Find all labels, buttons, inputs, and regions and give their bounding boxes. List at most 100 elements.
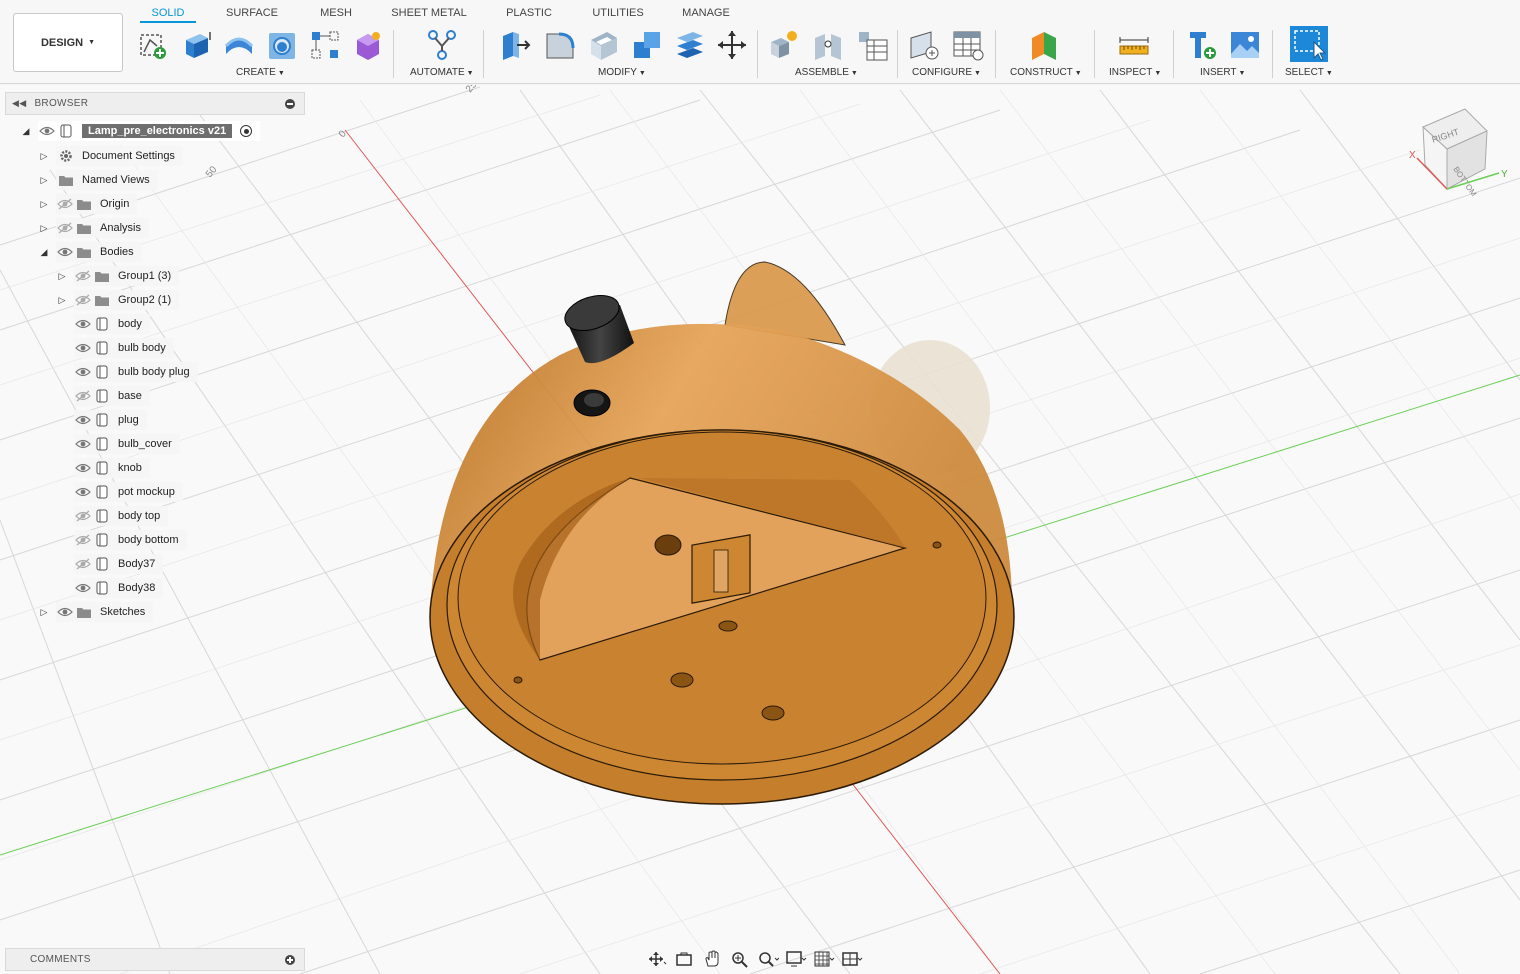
tree-item[interactable]: bulb_cover bbox=[74, 434, 180, 454]
visibility-eye-icon[interactable] bbox=[74, 293, 92, 307]
viewport-canvas[interactable]: 25 0 50 bbox=[0, 85, 1520, 974]
offset-plane-icon[interactable] bbox=[1028, 28, 1062, 62]
tree-row[interactable]: body bbox=[56, 314, 150, 334]
activate-radio-icon[interactable] bbox=[240, 125, 253, 137]
offset-face-icon[interactable] bbox=[673, 28, 707, 62]
tree-row[interactable]: knob bbox=[56, 458, 150, 478]
tree-item[interactable]: Body37 bbox=[74, 554, 164, 574]
visibility-eye-icon[interactable] bbox=[74, 485, 92, 499]
combine-icon[interactable] bbox=[630, 28, 664, 62]
bill-of-materials-icon[interactable] bbox=[855, 28, 889, 62]
display-settings-icon[interactable] bbox=[783, 948, 809, 970]
tree-root-row[interactable]: ◢ Lamp_pre_electronics v21 bbox=[20, 121, 261, 141]
visibility-eye-icon[interactable] bbox=[74, 317, 92, 331]
collapse-arrow-icon[interactable]: ◢ bbox=[20, 126, 32, 137]
shell-icon[interactable] bbox=[587, 28, 621, 62]
measure-icon[interactable] bbox=[1117, 28, 1151, 62]
visibility-eye-icon[interactable] bbox=[74, 341, 92, 355]
tree-item[interactable]: body bottom bbox=[74, 530, 187, 550]
expand-arrow-icon[interactable]: ▷ bbox=[38, 199, 50, 210]
extrude-icon[interactable] bbox=[180, 28, 214, 62]
revolve-icon[interactable] bbox=[222, 28, 256, 62]
visibility-eye-icon[interactable] bbox=[74, 557, 92, 571]
tree-row[interactable]: plug bbox=[56, 410, 147, 430]
tree-row[interactable]: base bbox=[56, 386, 150, 406]
insert-canvas-icon[interactable] bbox=[1228, 28, 1262, 62]
automate-icon[interactable] bbox=[425, 28, 459, 62]
tree-row[interactable]: ▷ Document Settings bbox=[38, 146, 183, 166]
rectangular-pattern-icon[interactable] bbox=[308, 28, 342, 62]
visibility-eye-icon[interactable] bbox=[38, 124, 56, 138]
tree-row[interactable]: bulb_cover bbox=[56, 434, 180, 454]
insert-menu[interactable]: INSERT ▼ bbox=[1200, 67, 1245, 78]
tree-item[interactable]: bulb body plug bbox=[74, 362, 198, 382]
tab-mesh[interactable]: MESH bbox=[313, 6, 359, 23]
tree-root-item[interactable]: Lamp_pre_electronics v21 bbox=[38, 121, 261, 141]
visibility-eye-icon[interactable] bbox=[74, 581, 92, 595]
tree-item[interactable]: body top bbox=[74, 506, 169, 526]
grid-settings-icon[interactable] bbox=[811, 948, 837, 970]
viewports-icon[interactable] bbox=[839, 948, 865, 970]
select-menu[interactable]: SELECT ▼ bbox=[1285, 67, 1333, 78]
comments-panel[interactable]: COMMENTS bbox=[5, 948, 305, 971]
tree-item[interactable]: bulb body bbox=[74, 338, 174, 358]
tree-row[interactable]: ▷ Group1 (3) bbox=[56, 266, 180, 286]
tree-row[interactable]: ▷ Sketches bbox=[38, 602, 154, 622]
workspace-switcher-button[interactable]: DESIGN ▼ bbox=[13, 13, 123, 72]
tree-item[interactable]: Bodies bbox=[56, 242, 142, 262]
tab-plastic[interactable]: PLASTIC bbox=[500, 6, 558, 23]
tree-row[interactable]: ▷ Analysis bbox=[38, 218, 149, 238]
tree-row[interactable]: ▷ Group2 (1) bbox=[56, 290, 180, 310]
inspect-menu[interactable]: INSPECT ▼ bbox=[1109, 67, 1161, 78]
new-component-icon[interactable] bbox=[767, 28, 801, 62]
viewcube[interactable]: RIGHT BOTTOM X Y bbox=[1403, 103, 1513, 198]
pan-hand-icon[interactable] bbox=[699, 948, 725, 970]
expand-arrow-icon[interactable]: ▷ bbox=[38, 607, 50, 618]
assemble-menu[interactable]: ASSEMBLE ▼ bbox=[795, 67, 858, 78]
tree-item[interactable]: knob bbox=[74, 458, 150, 478]
tree-row[interactable]: Body37 bbox=[56, 554, 164, 574]
collapse-panel-icon[interactable]: ◀◀ bbox=[12, 98, 26, 109]
visibility-eye-icon[interactable] bbox=[74, 365, 92, 379]
hole-icon[interactable] bbox=[265, 28, 299, 62]
look-at-icon[interactable] bbox=[671, 948, 697, 970]
configuration-table-icon[interactable] bbox=[951, 28, 985, 62]
tree-item[interactable]: pot mockup bbox=[74, 482, 183, 502]
configure-menu[interactable]: CONFIGURE ▼ bbox=[912, 67, 981, 78]
visibility-eye-icon[interactable] bbox=[56, 605, 74, 619]
visibility-eye-icon[interactable] bbox=[74, 533, 92, 547]
tree-item[interactable]: plug bbox=[74, 410, 147, 430]
lamp-model[interactable] bbox=[429, 261, 1015, 805]
automate-menu[interactable]: AUTOMATE ▼ bbox=[410, 67, 474, 78]
visibility-eye-icon[interactable] bbox=[74, 461, 92, 475]
browser-header[interactable]: ◀◀ BROWSER bbox=[5, 92, 305, 115]
expand-arrow-icon[interactable]: ▷ bbox=[38, 223, 50, 234]
modify-menu[interactable]: MODIFY ▼ bbox=[598, 67, 646, 78]
tab-surface[interactable]: SURFACE bbox=[220, 6, 284, 23]
tree-item[interactable]: Origin bbox=[56, 194, 138, 214]
create-sketch-icon[interactable] bbox=[136, 28, 170, 62]
zoom-window-icon[interactable] bbox=[755, 948, 781, 970]
tree-item[interactable]: Named Views bbox=[56, 170, 158, 190]
expand-arrow-icon[interactable]: ▷ bbox=[56, 295, 68, 306]
visibility-eye-icon[interactable] bbox=[74, 509, 92, 523]
visibility-eye-icon[interactable] bbox=[74, 413, 92, 427]
tree-row[interactable]: body bottom bbox=[56, 530, 187, 550]
create-form-icon[interactable] bbox=[351, 28, 385, 62]
tree-row[interactable]: ▷ Origin bbox=[38, 194, 138, 214]
joint-icon[interactable] bbox=[811, 28, 845, 62]
add-comment-icon[interactable] bbox=[285, 954, 295, 965]
construct-menu[interactable]: CONSTRUCT ▼ bbox=[1010, 67, 1082, 78]
visibility-eye-icon[interactable] bbox=[74, 437, 92, 451]
press-pull-icon[interactable] bbox=[499, 28, 533, 62]
create-menu[interactable]: CREATE ▼ bbox=[236, 67, 285, 78]
tree-item[interactable]: body bbox=[74, 314, 150, 334]
tree-item[interactable]: Document Settings bbox=[56, 146, 183, 166]
tree-row[interactable]: bulb body bbox=[56, 338, 174, 358]
tree-item[interactable]: base bbox=[74, 386, 150, 406]
expand-arrow-icon[interactable]: ▷ bbox=[38, 175, 50, 186]
visibility-eye-icon[interactable] bbox=[74, 389, 92, 403]
expand-arrow-icon[interactable]: ▷ bbox=[38, 151, 50, 162]
tab-solid[interactable]: SOLID bbox=[140, 6, 196, 23]
visibility-eye-icon[interactable] bbox=[56, 197, 74, 211]
